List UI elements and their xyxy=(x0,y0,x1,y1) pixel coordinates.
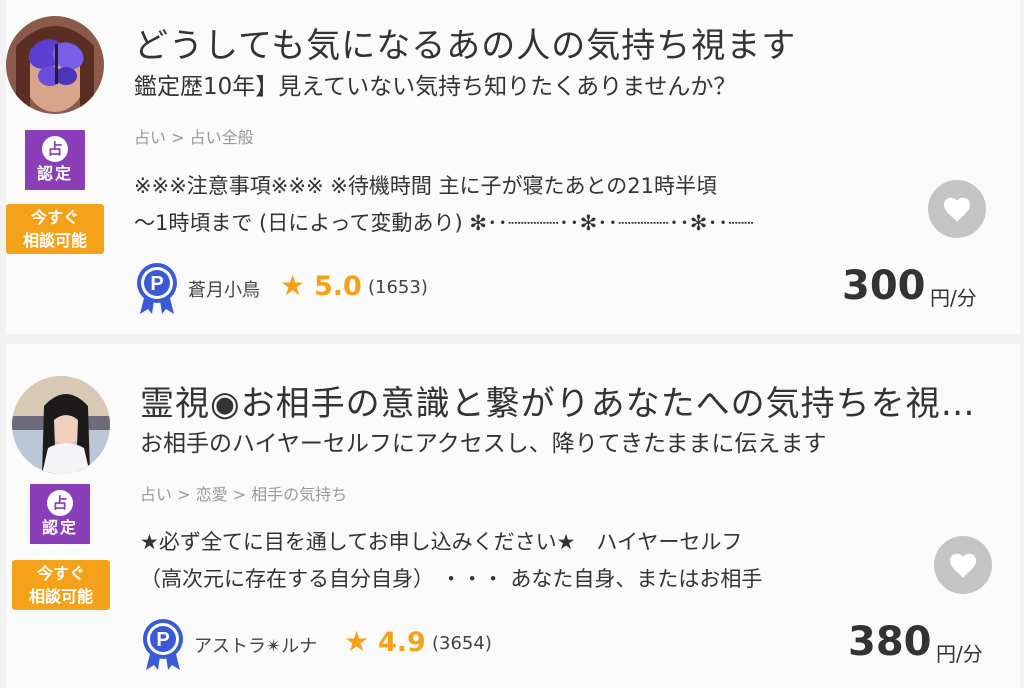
listing-card[interactable]: 占 認定 今すぐ 相談可能 どうしても気になるあの人の気持ち視ます 鑑定歴10年… xyxy=(6,0,1020,334)
breadcrumb[interactable]: 占い > 恋愛 > 相手の気持ち xyxy=(140,481,347,505)
listing-title[interactable]: どうしても気になるあの人の気持ち視ます xyxy=(134,18,796,67)
available-now-badge: 今すぐ 相談可能 xyxy=(6,204,104,254)
cert-top-label: 占 xyxy=(47,490,73,516)
advisor-name[interactable]: 蒼月小鳥 xyxy=(188,276,260,302)
advisor-name[interactable]: アストラ✴ルナ xyxy=(194,632,317,658)
cert-bottom-label: 認定 xyxy=(41,518,78,537)
certified-badge: 占 認定 xyxy=(30,484,90,544)
p-badge-icon: P xyxy=(137,263,177,314)
available-now-line1: 今すぐ xyxy=(36,564,85,583)
rating-value: 5.0 xyxy=(314,271,362,302)
description-line: （高次元に存在する自分自身） ・・・ あなた自身、またはお相手 xyxy=(140,567,763,591)
star-icon: ★ xyxy=(280,269,306,302)
listing-card[interactable]: 占 認定 今すぐ 相談可能 霊視◉お相手の意識と繋がりあなたへの気持ちを視… お… xyxy=(6,344,1020,688)
breadcrumb[interactable]: 占い > 占い全般 xyxy=(134,124,254,148)
price-value: 380 xyxy=(848,619,932,665)
review-count: (1653) xyxy=(368,277,428,298)
favorite-button[interactable] xyxy=(928,180,986,238)
cert-top-label: 占 xyxy=(42,136,68,162)
certified-badge: 占 認定 xyxy=(25,130,85,190)
rating-value: 4.9 xyxy=(378,627,426,658)
listing-subtitle: 鑑定歴10年】見えていない気持ち知りたくありませんか？ xyxy=(134,74,737,100)
star-icon: ★ xyxy=(344,625,370,658)
price-unit: 円/分 xyxy=(936,642,983,666)
avatar[interactable] xyxy=(12,376,110,474)
svg-text:P: P xyxy=(156,629,169,651)
description-line: ※※※注意事項※※※ ※待機時間 主に子が寝たあとの21時半頃 xyxy=(134,174,718,198)
available-now-badge: 今すぐ 相談可能 xyxy=(12,560,110,610)
heart-icon xyxy=(949,553,977,578)
price-unit: 円/分 xyxy=(930,286,977,310)
listing-subtitle: お相手のハイヤーセルフにアクセスし、降りてきたままに伝えます xyxy=(140,431,827,457)
cert-bottom-label: 認定 xyxy=(36,164,73,183)
available-now-line2: 相談可能 xyxy=(22,231,87,250)
price-value: 300 xyxy=(842,263,926,309)
heart-icon xyxy=(943,197,971,222)
listing-title[interactable]: 霊視◉お相手の意識と繋がりあなたへの気持ちを視… xyxy=(140,376,976,425)
description-line: ★必ず全てに目を通してお申し込みください★ ハイヤーセルフ xyxy=(140,530,743,554)
avatar[interactable] xyxy=(6,16,104,114)
description-line: 〜1時頃まで (日によって変動あり) ✻･･┈┈┈┈･･✻･･┈┈┈┈･･✻･･… xyxy=(134,211,754,235)
available-now-line1: 今すぐ xyxy=(30,208,79,227)
svg-text:P: P xyxy=(150,273,163,295)
review-count: (3654) xyxy=(432,633,492,654)
available-now-line2: 相談可能 xyxy=(28,587,93,606)
p-badge-icon: P xyxy=(143,619,183,670)
favorite-button[interactable] xyxy=(934,536,992,594)
